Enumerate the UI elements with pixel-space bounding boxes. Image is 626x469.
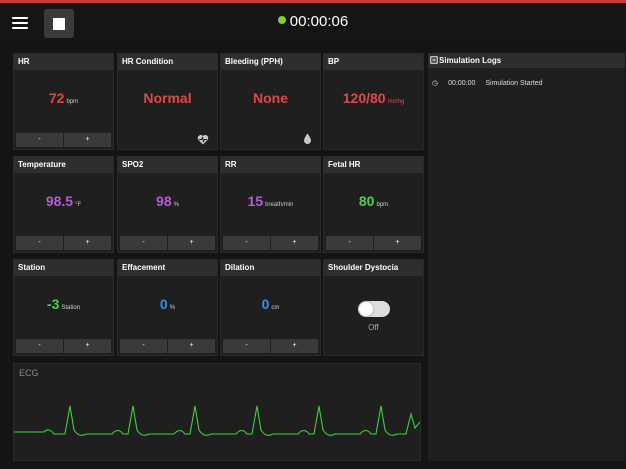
- temperature-tile: Temperature 98.5 °F - +: [13, 156, 114, 253]
- hr-condition-tile[interactable]: HR Condition Normal: [117, 53, 218, 150]
- hr-label: HR: [14, 54, 113, 70]
- shoulder-dystocia-label: Shoulder Dystocia: [324, 260, 423, 276]
- shoulder-dystocia-tile: Shoulder Dystocia Off: [323, 259, 424, 356]
- fetal-hr-decrement-button[interactable]: -: [326, 236, 373, 250]
- blood-drop-icon: [304, 133, 311, 144]
- dilation-label: Dilation: [221, 260, 320, 276]
- bleeding-value: None: [253, 90, 288, 106]
- spo2-decrement-button[interactable]: -: [120, 236, 167, 250]
- dilation-decrement-button[interactable]: -: [223, 339, 270, 353]
- rr-value: 15 breath/min: [247, 193, 294, 209]
- rr-stepper: - +: [223, 236, 318, 250]
- effacement-tile: Effacement 0% - +: [117, 259, 218, 356]
- fetal-hr-value: 80 bpm: [358, 193, 389, 209]
- spo2-tile: SPO2 98% - +: [117, 156, 218, 253]
- hr-stepper: - +: [16, 133, 111, 147]
- log-message: Simulation Started: [485, 80, 543, 87]
- rr-increment-button[interactable]: +: [271, 236, 318, 250]
- shoulder-dystocia-state: Off: [368, 323, 379, 332]
- bleeding-tile[interactable]: Bleeding (PPH) None: [220, 53, 321, 150]
- log-book-icon: [430, 56, 438, 64]
- dilation-value: 0 cm: [261, 296, 280, 312]
- rr-tile: RR 15 breath/min - +: [220, 156, 321, 253]
- effacement-label: Effacement: [118, 260, 217, 276]
- temperature-label: Temperature: [14, 157, 113, 173]
- temperature-value: 98.5 °F: [45, 193, 82, 209]
- temperature-increment-button[interactable]: +: [64, 236, 111, 250]
- status-dot-icon: [277, 16, 286, 24]
- bp-value: 120/80 mmhg: [342, 90, 405, 106]
- temperature-stepper: - +: [16, 236, 111, 250]
- station-tile: Station -3 Station - +: [13, 259, 114, 356]
- effacement-decrement-button[interactable]: -: [120, 339, 167, 353]
- station-decrement-button[interactable]: -: [16, 339, 63, 353]
- spo2-value: 98%: [156, 193, 179, 209]
- fetal-hr-tile: Fetal HR 80 bpm - +: [323, 156, 424, 253]
- bp-label: BP: [324, 54, 423, 70]
- hr-condition-label: HR Condition: [118, 54, 217, 70]
- log-time: 00:00:00: [448, 80, 476, 87]
- top-bar: 00:00:06: [0, 3, 626, 43]
- log-entry: ◷ 00:00:00 Simulation Started: [428, 79, 625, 87]
- rr-label: RR: [221, 157, 320, 173]
- hr-value: 72 bpm: [48, 90, 79, 106]
- bleeding-label: Bleeding (PPH): [221, 54, 320, 70]
- simulation-timer: 00:00:06: [0, 13, 626, 30]
- ecg-waveform: [14, 405, 420, 436]
- station-label: Station: [14, 260, 113, 276]
- station-stepper: - +: [16, 339, 111, 353]
- ecg-panel: ECG: [13, 363, 421, 461]
- dilation-increment-button[interactable]: +: [271, 339, 318, 353]
- hr-decrement-button[interactable]: -: [16, 133, 63, 147]
- spo2-label: SPO2: [118, 157, 217, 173]
- bp-tile: BP 120/80 mmhg: [323, 53, 424, 150]
- station-value: -3 Station: [46, 296, 81, 312]
- clock-icon: ◷: [432, 80, 439, 87]
- simulation-logs-header: Simulation Logs: [428, 53, 625, 68]
- effacement-increment-button[interactable]: +: [168, 339, 215, 353]
- rr-decrement-button[interactable]: -: [223, 236, 270, 250]
- heart-pulse-icon: [197, 134, 209, 145]
- spo2-stepper: - +: [120, 236, 215, 250]
- station-increment-button[interactable]: +: [64, 339, 111, 353]
- hr-increment-button[interactable]: +: [64, 133, 111, 147]
- effacement-value: 0%: [159, 296, 176, 312]
- fetal-hr-stepper: - +: [326, 236, 421, 250]
- toggle-knob: [359, 302, 373, 316]
- simulation-logs-title: Simulation Logs: [439, 56, 502, 65]
- spo2-increment-button[interactable]: +: [168, 236, 215, 250]
- dilation-stepper: - +: [223, 339, 318, 353]
- hr-condition-value: Normal: [143, 90, 192, 106]
- fetal-hr-increment-button[interactable]: +: [374, 236, 421, 250]
- temperature-decrement-button[interactable]: -: [16, 236, 63, 250]
- fetal-hr-label: Fetal HR: [324, 157, 423, 173]
- effacement-stepper: - +: [120, 339, 215, 353]
- dilation-tile: Dilation 0 cm - +: [220, 259, 321, 356]
- shoulder-dystocia-toggle[interactable]: [358, 301, 390, 317]
- timer-value: 00:00:06: [289, 13, 349, 30]
- simulation-logs-panel: Simulation Logs ◷ 00:00:00 Simulation Star…: [428, 53, 625, 461]
- hr-tile: HR 72 bpm - +: [13, 53, 114, 150]
